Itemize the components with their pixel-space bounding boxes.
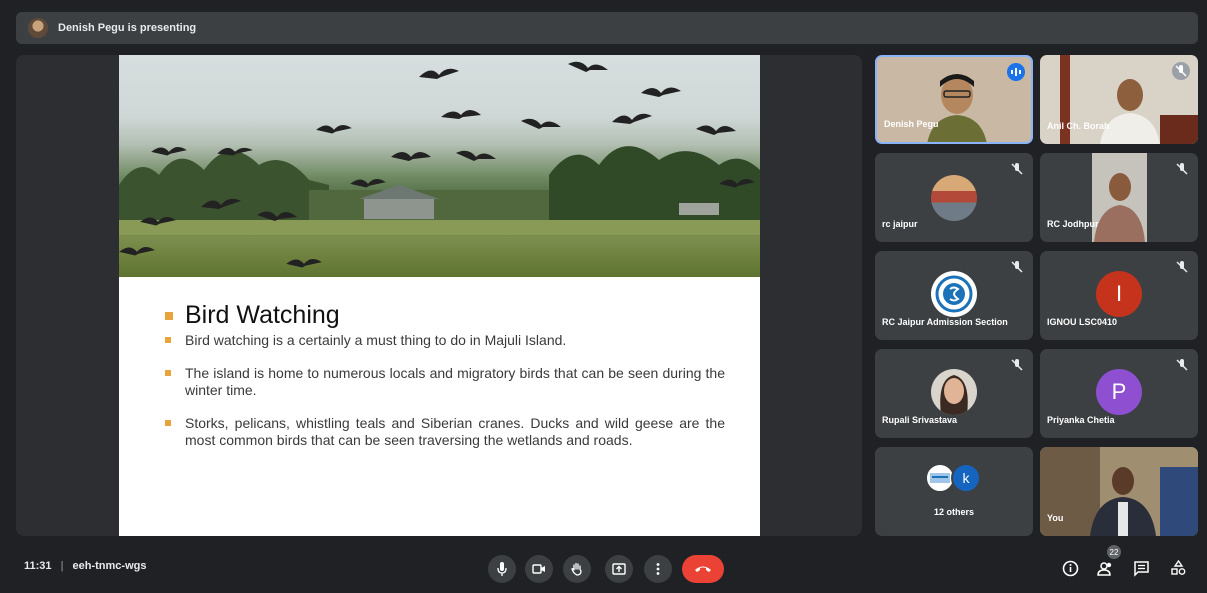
bullet-marker <box>165 337 171 343</box>
self-tile[interactable]: You <box>1040 447 1198 536</box>
participant-video <box>1092 153 1147 242</box>
ignou-logo-avatar <box>931 271 977 317</box>
people-button[interactable] <box>1095 558 1115 578</box>
slide-photo <box>119 55 760 277</box>
mic-off-icon <box>1175 260 1189 274</box>
mic-off-icon <box>1010 260 1024 274</box>
bullet-marker <box>165 370 171 376</box>
participant-name: RC Jaipur Admission Section <box>882 317 1008 327</box>
camera-icon <box>532 564 545 574</box>
participant-tile[interactable]: I IGNOU LSC0410 <box>1040 251 1198 340</box>
participant-avatar: k <box>951 463 981 493</box>
separator: | <box>60 560 64 572</box>
presenter-banner: Denish Pegu is presenting <box>16 12 1198 44</box>
end-call-icon <box>695 566 711 572</box>
mic-button[interactable] <box>488 555 516 583</box>
bullet-marker <box>165 311 173 320</box>
activities-button[interactable] <box>1168 558 1188 578</box>
info-icon <box>1062 560 1078 576</box>
participant-avatar <box>931 369 977 415</box>
activities-icon <box>1170 559 1185 575</box>
slide-text: Bird Watching Bird watching is a certain… <box>165 301 725 449</box>
presenter-avatar <box>28 18 48 38</box>
clock-time: 11:31 <box>24 560 52 572</box>
participant-tile[interactable]: Anil Ch. Borah <box>1040 55 1198 144</box>
participant-name: Priyanka Chetia <box>1047 415 1115 425</box>
participant-avatar: I <box>1096 271 1142 317</box>
presentation-stage: Bird Watching Bird watching is a certain… <box>16 55 862 536</box>
participant-tile[interactable]: rc jaipur <box>875 153 1033 242</box>
bullet-text: The island is home to numerous locals an… <box>185 365 725 398</box>
bullet-item: The island is home to numerous locals an… <box>165 365 725 399</box>
meet-window: Denish Pegu is presenting Bird Watching … <box>0 0 1207 593</box>
others-count-label: 12 others <box>933 507 975 517</box>
people-count-badge: 22 <box>1107 545 1121 559</box>
participant-tile[interactable]: Denish Pegu <box>875 55 1033 144</box>
mic-off-icon <box>1010 162 1024 176</box>
chat-button[interactable] <box>1131 558 1151 578</box>
others-tile[interactable]: k 12 others <box>875 447 1033 536</box>
meeting-details: 11:31 | eeh-tnmc-wgs <box>24 560 146 572</box>
present-icon <box>612 563 626 575</box>
bullet-text: Bird watching is a certainly a must thin… <box>185 332 567 348</box>
people-icon <box>1096 561 1111 576</box>
more-options-button[interactable] <box>644 555 672 583</box>
slide: Bird Watching Bird watching is a certain… <box>119 55 760 536</box>
tree-line-image <box>119 146 760 235</box>
camera-button[interactable] <box>525 555 553 583</box>
slide-heading-row: Bird Watching <box>165 301 725 330</box>
raise-hand-button[interactable] <box>563 555 591 583</box>
participant-video <box>927 74 987 142</box>
participant-name: Anil Ch. Borah <box>1047 121 1110 131</box>
mic-off-icon <box>1175 162 1189 176</box>
bullet-item: Bird watching is a certainly a must thin… <box>165 332 725 349</box>
bullet-marker <box>165 420 171 426</box>
speaking-indicator-icon <box>1007 63 1025 81</box>
more-options-icon <box>656 563 660 575</box>
present-button[interactable] <box>605 555 633 583</box>
participant-avatar <box>931 175 977 221</box>
bullet-item: Storks, pelicans, whistling teals and Si… <box>165 415 725 449</box>
mic-off-icon <box>1172 62 1190 80</box>
raise-hand-icon <box>571 562 582 576</box>
participant-name: IGNOU LSC0410 <box>1047 317 1118 327</box>
participant-name: RC Jodhpur <box>1047 219 1099 229</box>
participant-tile[interactable]: P Priyanka Chetia <box>1040 349 1198 438</box>
control-bar: 11:31 | eeh-tnmc-wgs <box>0 547 1207 593</box>
participant-name: You <box>1047 513 1064 523</box>
mic-off-icon <box>1175 358 1189 372</box>
chat-icon <box>1133 560 1149 577</box>
participant-name: Denish Pegu <box>884 119 939 129</box>
participant-avatar: P <box>1096 369 1142 415</box>
self-video <box>1040 447 1198 536</box>
participant-tile[interactable]: Rupali Srivastava <box>875 349 1033 438</box>
slide-heading: Bird Watching <box>185 301 340 329</box>
mic-icon <box>497 562 507 576</box>
end-call-button[interactable] <box>682 555 724 583</box>
participant-name: rc jaipur <box>882 219 918 229</box>
bullet-text: Storks, pelicans, whistling teals and Si… <box>185 415 725 448</box>
participant-name: Rupali Srivastava <box>882 415 958 425</box>
participant-tile[interactable]: RC Jodhpur <box>1040 153 1198 242</box>
meeting-code: eeh-tnmc-wgs <box>72 560 147 572</box>
meeting-info-button[interactable] <box>1060 558 1080 578</box>
participant-tile[interactable]: RC Jaipur Admission Section <box>875 251 1033 340</box>
mic-off-icon <box>1010 358 1024 372</box>
presenter-banner-text: Denish Pegu is presenting <box>58 22 197 34</box>
